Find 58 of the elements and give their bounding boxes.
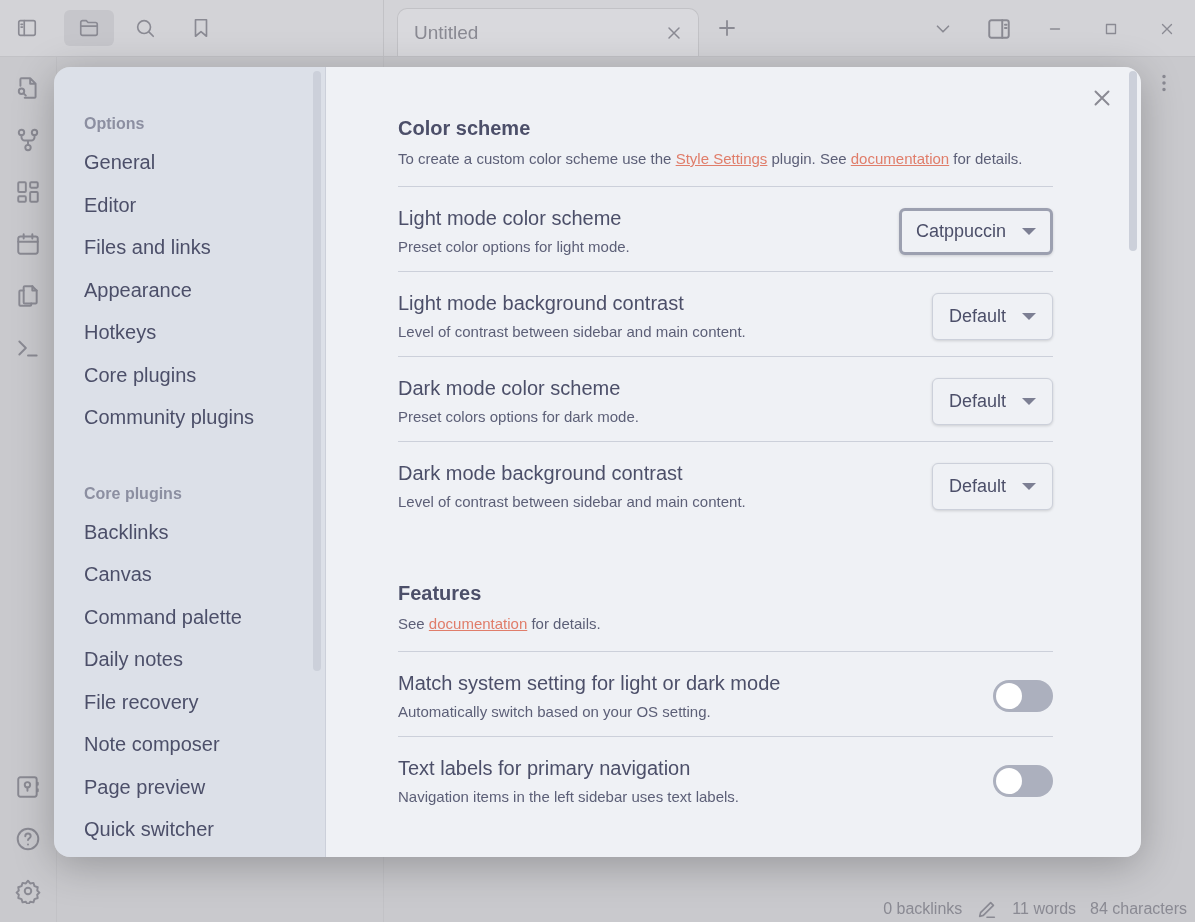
nav-item[interactable]: Appearance bbox=[84, 278, 192, 301]
search-icon[interactable] bbox=[134, 17, 156, 39]
nav-item[interactable]: File recovery bbox=[84, 690, 199, 713]
setting-description: Level of contrast between sidebar and main content. bbox=[398, 493, 746, 510]
nav-item[interactable]: Note composer bbox=[84, 733, 220, 755]
scrollbar[interactable] bbox=[1129, 71, 1137, 251]
character-count: 84 characters bbox=[1090, 900, 1187, 918]
dropdown[interactable]: Catppuccin bbox=[898, 207, 1053, 255]
caret-icon bbox=[1022, 397, 1036, 405]
nav-item[interactable]: Canvas bbox=[84, 563, 152, 585]
section-description: See documentation for details. bbox=[398, 614, 602, 634]
sidebar-right-icon[interactable] bbox=[986, 16, 1012, 42]
nav-item[interactable]: Quick switcher bbox=[84, 818, 215, 840]
help-icon[interactable] bbox=[15, 826, 41, 852]
caret-icon bbox=[1022, 312, 1036, 320]
section-title: Color scheme bbox=[398, 117, 532, 140]
setting-name: Dark mode background contrast bbox=[398, 462, 684, 485]
grid-icon[interactable] bbox=[15, 179, 41, 205]
nav-item[interactable]: General bbox=[84, 151, 156, 173]
copy-icon[interactable] bbox=[15, 283, 41, 309]
dropdown[interactable]: Default bbox=[931, 292, 1053, 340]
sidebar-toggle-icon[interactable] bbox=[16, 17, 38, 39]
nav-item[interactable]: Community plugins bbox=[84, 406, 255, 428]
setting-description: Preset color options for light mode. bbox=[398, 238, 630, 255]
nav-item[interactable]: Backlinks bbox=[84, 520, 169, 543]
setting-name: Light mode color scheme bbox=[398, 207, 623, 230]
caret-icon bbox=[1022, 227, 1036, 235]
nav-item[interactable]: Page preview bbox=[84, 775, 206, 798]
toggle-switch[interactable] bbox=[993, 680, 1053, 712]
setting-name: Light mode background contrast bbox=[398, 292, 685, 315]
nav-item[interactable]: Files and links bbox=[84, 236, 211, 258]
nav-item[interactable]: Command palette bbox=[84, 605, 242, 628]
nav-item[interactable]: Editor bbox=[84, 193, 137, 216]
toggle-switch[interactable] bbox=[993, 765, 1053, 797]
section-description: To create a custom color scheme use the Style Settings plugin. See documentation for details. bbox=[398, 149, 1024, 169]
section-title: Features bbox=[398, 582, 483, 605]
dropdown[interactable]: Default bbox=[931, 462, 1053, 510]
nav-heading: Options bbox=[84, 115, 146, 133]
vault-icon[interactable] bbox=[15, 774, 41, 800]
dropdown[interactable]: Default bbox=[931, 377, 1053, 425]
setting-description: Level of contrast between sidebar and main content. bbox=[398, 323, 746, 340]
calendar-icon[interactable] bbox=[15, 231, 41, 257]
nav-item[interactable]: Hotkeys bbox=[84, 321, 157, 343]
setting-description: Navigation items in the left sidebar uses text labels. bbox=[398, 788, 739, 805]
nav-item[interactable]: Daily notes bbox=[84, 648, 183, 670]
graph-icon[interactable] bbox=[15, 127, 41, 153]
setting-name: Match system setting for light or dark mode bbox=[398, 672, 781, 695]
folder-icon[interactable] bbox=[78, 17, 100, 39]
setting-name: Text labels for primary navigation bbox=[398, 757, 692, 780]
caret-icon bbox=[1022, 482, 1036, 490]
setting-description: Preset colors options for dark mode. bbox=[398, 408, 639, 425]
setting-name: Dark mode color scheme bbox=[398, 377, 622, 400]
settings-icon[interactable] bbox=[15, 878, 41, 904]
nav-heading: Core plugins bbox=[84, 484, 183, 503]
word-count: 11 words bbox=[1012, 900, 1077, 918]
nav-item[interactable]: Core plugins bbox=[84, 363, 197, 386]
setting-description: Automatically switch based on your OS setting. bbox=[398, 703, 712, 720]
panel-tab[interactable] bbox=[64, 10, 114, 46]
